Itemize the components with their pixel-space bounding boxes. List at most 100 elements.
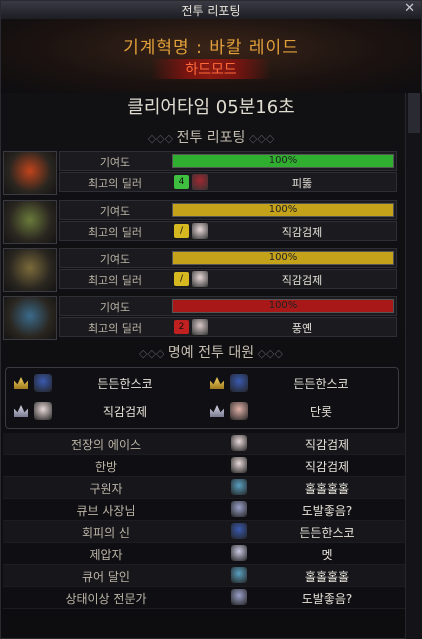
contribution-bar: 100% [172, 154, 394, 168]
gold-medal-icon [14, 377, 28, 389]
top-dealer-label: 최고의 딜러 [87, 274, 143, 287]
contribution-bar: 100% [172, 251, 394, 265]
contribution-percent: 100% [268, 155, 298, 166]
award-row: 구원자 홀홀홀홀 [3, 477, 405, 499]
top-dealer-row: 최고의 딜러 2 풍옌 [59, 317, 397, 337]
top-dealer-label: 최고의 딜러 [87, 322, 143, 335]
top-dealer-label: 최고의 딜러 [87, 177, 143, 190]
raid-header: 기계혁명 : 바칼 레이드 하드모드 [1, 19, 421, 93]
boss-portrait [3, 248, 57, 292]
character-avatar [192, 271, 208, 287]
ornament-icon: ◇◇◇ [139, 347, 168, 360]
award-player-name: 든든한스코 [299, 526, 355, 540]
boss-entry: 기여도 100% 최고의 딜러 / 직감검제 [3, 248, 397, 294]
title-bar[interactable]: 전투 리포팅 ✕ [1, 1, 421, 20]
top-dealer-row: 최고의 딜러 / 직감검제 [59, 269, 397, 289]
report-section-header: ◇◇◇ 전투 리포팅 ◇◇◇ [1, 127, 421, 147]
award-title: 제압자 [89, 548, 123, 562]
scrollbar[interactable] [405, 93, 422, 639]
honor-section-title: 명예 전투 대원 [167, 345, 255, 361]
character-avatar [192, 174, 208, 190]
window-title: 전투 리포팅 [181, 4, 241, 18]
top-dealer-name: 피뚫 [291, 177, 313, 190]
contribution-bar: 100% [172, 203, 394, 217]
boss-portrait [3, 151, 57, 195]
clear-time: 클리어타임 05분16초 [127, 97, 295, 118]
award-title: 전장의 에이스 [70, 438, 142, 452]
honor-section-header: ◇◇◇ 명예 전투 대원 ◇◇◇ [1, 342, 421, 362]
character-avatar [230, 374, 248, 392]
contribution-percent: 100% [268, 252, 298, 263]
honor-member-name: 든든한스코 [293, 377, 349, 391]
award-row: 한방 직감검제 [3, 455, 405, 477]
character-avatar [231, 589, 247, 605]
gold-medal-icon [210, 377, 224, 389]
character-avatar [192, 319, 208, 335]
contribution-percent: 100% [268, 204, 298, 215]
honor-member-name: 든든한스코 [97, 377, 153, 391]
honor-member: 직감검제 [8, 400, 196, 422]
character-avatar [34, 374, 52, 392]
scrollbar-thumb[interactable] [408, 93, 420, 133]
character-avatar [231, 479, 247, 495]
job-badge-icon: / [174, 224, 189, 238]
character-avatar [231, 523, 247, 539]
contribution-row: 기여도 100% [59, 296, 397, 316]
award-player-name: 도발좋음? [301, 504, 353, 518]
honor-member-name: 직감검제 [102, 405, 148, 419]
award-player-name: 멧 [321, 548, 333, 562]
difficulty-badge: 하드모드 [151, 59, 271, 79]
award-title: 구원자 [89, 482, 123, 496]
award-player-name: 직감검제 [304, 438, 350, 452]
honor-members-panel: 든든한스코 든든한스코직감검제 단롯 [5, 367, 399, 429]
award-player-name: 홀홀홀홀 [304, 570, 350, 584]
job-badge-icon: 2 [174, 320, 189, 334]
top-dealer-name: 직감검제 [281, 226, 323, 239]
boss-portrait [3, 296, 57, 340]
award-title: 회피의 신 [82, 526, 130, 540]
contribution-bar: 100% [172, 299, 394, 313]
job-badge-icon: / [174, 272, 189, 286]
contribution-label: 기여도 [99, 253, 131, 266]
close-icon[interactable]: ✕ [404, 1, 415, 16]
top-dealer-label: 최고의 딜러 [87, 226, 143, 239]
award-row: 전장의 에이스 직감검제 [3, 433, 405, 455]
award-row: 상태이상 전문가 도발좋음? [3, 587, 405, 609]
raid-title: 기계혁명 : 바칼 레이드 [123, 38, 299, 58]
contribution-row: 기여도 100% [59, 248, 397, 268]
contribution-label: 기여도 [99, 156, 131, 169]
character-avatar [231, 435, 247, 451]
award-row: 큐브 사장님 도발좋음? [3, 499, 405, 521]
character-avatar [192, 223, 208, 239]
silver-medal-icon [210, 405, 224, 417]
contribution-label: 기여도 [99, 301, 131, 314]
silver-medal-icon [14, 405, 28, 417]
award-title: 큐브 사장님 [76, 504, 136, 518]
battle-report-window: 전투 리포팅 ✕ 기계혁명 : 바칼 레이드 하드모드 클리어타임 05분16초… [0, 0, 422, 639]
ornament-icon: ◇◇◇ [254, 347, 283, 360]
award-row: 회피의 신 든든한스코 [3, 521, 405, 543]
award-title: 큐어 달인 [82, 570, 130, 584]
award-title: 한방 [94, 460, 118, 474]
contribution-percent: 100% [268, 300, 298, 311]
character-avatar [230, 402, 248, 420]
character-avatar [231, 567, 247, 583]
character-avatar [34, 402, 52, 420]
boss-entry: 기여도 100% 최고의 딜러 2 풍옌 [3, 296, 397, 342]
top-dealer-name: 직감검제 [281, 274, 323, 287]
award-row: 제압자 멧 [3, 543, 405, 565]
honor-member: 든든한스코 [204, 372, 392, 394]
award-title: 상태이상 전문가 [65, 592, 147, 606]
awards-list: 전장의 에이스 직감검제 한방 직감검제 구원자 홀홀홀홀 큐브 사장님 도발좋음? 회피의 신… [3, 433, 405, 609]
contribution-row: 기여도 100% [59, 151, 397, 171]
job-badge-icon: 4 [174, 175, 189, 189]
honor-member: 든든한스코 [8, 372, 196, 394]
report-section-title: 전투 리포팅 [176, 130, 246, 146]
award-player-name: 직감검제 [304, 460, 350, 474]
honor-member: 단롯 [204, 400, 392, 422]
contribution-row: 기여도 100% [59, 200, 397, 220]
character-avatar [231, 545, 247, 561]
award-row: 큐어 달인 홀홀홀홀 [3, 565, 405, 587]
contribution-label: 기여도 [99, 205, 131, 218]
top-dealer-row: 최고의 딜러 4 피뚫 [59, 172, 397, 192]
